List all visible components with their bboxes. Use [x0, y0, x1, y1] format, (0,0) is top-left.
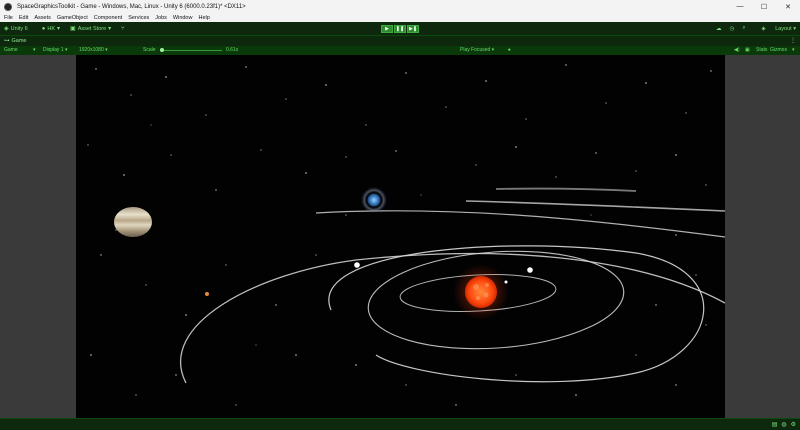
menu-help[interactable]: Help [198, 15, 209, 21]
unity-logo-icon [4, 2, 12, 11]
scale-slider-handle[interactable] [160, 48, 164, 52]
close-button[interactable]: ✕ [776, 0, 800, 13]
chevron-down-icon: ▾ [108, 26, 112, 32]
scale-label: Scale [143, 47, 156, 53]
menu-gameobject[interactable]: GameObject [57, 15, 88, 21]
menu-window[interactable]: Window [173, 15, 193, 21]
game-view-toolbar: Game ▾ Display 1 ▾ 1920x1080 ▾ Scale 0.6… [0, 46, 800, 55]
display-label: Display 1 [43, 47, 64, 53]
play-mode-label: Play Focused [460, 47, 491, 53]
more-options-icon[interactable]: ⋮ [790, 37, 796, 44]
display-dropdown[interactable]: Display 1 ▾ [43, 47, 67, 53]
space-scene [87, 64, 725, 406]
account-label: Unity 6 [10, 25, 28, 32]
orbit-paths [179, 187, 725, 384]
user-icon: ● [41, 25, 46, 32]
scale-slider[interactable] [160, 50, 222, 51]
mode-label: Game [4, 47, 18, 53]
play-mode-dropdown[interactable]: Play Focused ▾ [460, 47, 494, 53]
window-title: SpaceGraphicsToolkit - Game - Windows, M… [17, 3, 246, 10]
asset-store-button[interactable]: ▣ Asset Store ▾ [70, 25, 113, 33]
tab-bar: ⊶ Game ⋮ [0, 36, 800, 46]
unity-icon: ◈ [4, 26, 9, 32]
layout-label: Layout [775, 25, 792, 32]
tab-game-label: Game [11, 38, 27, 44]
gas-giant-planet[interactable] [114, 207, 152, 237]
chevron-down-icon: ▾ [792, 47, 795, 53]
step-button[interactable]: ▶❚ [407, 25, 419, 33]
menu-services[interactable]: Services [128, 15, 149, 21]
console-icon[interactable]: ▤ [772, 421, 778, 428]
version-control-button[interactable]: ⑂ [121, 26, 127, 32]
orange-planet[interactable] [205, 292, 209, 296]
history-icon[interactable]: ◷ [730, 26, 735, 32]
menu-jobs[interactable]: Jobs [155, 15, 167, 21]
minimize-button[interactable]: — [728, 0, 752, 13]
settings-icon[interactable]: ⚙ [791, 421, 796, 428]
tab-game[interactable]: ⊶ Game [4, 38, 26, 44]
menu-file[interactable]: File [4, 15, 13, 21]
maximize-button[interactable]: ☐ [752, 0, 776, 13]
mute-icon[interactable]: ◀) [734, 47, 740, 53]
resolution-label: 1920x1080 [79, 47, 104, 53]
user-label: HK [47, 25, 56, 32]
store-icon: ▣ [70, 26, 76, 32]
gamepad-icon: ⊶ [4, 38, 10, 44]
window-titlebar: SpaceGraphicsToolkit - Game - Windows, M… [0, 0, 800, 13]
branch-icon: ⑂ [121, 25, 125, 32]
audio-icon[interactable]: ♠ [508, 47, 511, 53]
progress-icon[interactable]: ◍ [781, 421, 786, 428]
mode-chevron-icon: ▾ [33, 47, 36, 53]
white-moon-left[interactable] [354, 262, 360, 268]
resolution-dropdown[interactable]: 1920x1080 ▾ [79, 47, 108, 53]
play-button[interactable]: ▶ [381, 25, 393, 33]
search-icon[interactable]: ⌕ [742, 25, 745, 32]
gizmos-button[interactable]: Gizmos [770, 47, 787, 53]
scale-value: 0.61x [226, 47, 239, 53]
stats-button[interactable]: Stats [756, 47, 767, 53]
account-button[interactable]: ◈ Unity 6 [4, 25, 28, 33]
user-button[interactable]: ● HK ▾ [41, 25, 62, 33]
status-bar: ▤ ◍ ⚙ [0, 418, 800, 430]
menu-component[interactable]: Component [94, 15, 122, 21]
sun[interactable] [465, 276, 497, 308]
mode-dropdown[interactable]: Game [4, 47, 18, 53]
status-icons: ▤ ◍ ⚙ [768, 421, 796, 428]
cloud-icon[interactable]: ☁ [716, 26, 722, 32]
layers-icon: ◈ [761, 25, 768, 32]
toolbar-right: ☁ ◷ ⌕ ◈ Layout ▾ [708, 22, 796, 35]
menu-edit[interactable]: Edit [19, 15, 28, 21]
white-moon-right[interactable] [527, 267, 533, 273]
main-toolbar: ◈ Unity 6 ● HK ▾ ▣ Asset Store ▾ ⑂ ▶ ❚❚ … [0, 22, 800, 36]
blue-planet[interactable] [367, 193, 381, 207]
menu-assets[interactable]: Assets [34, 15, 51, 21]
pause-button[interactable]: ❚❚ [394, 25, 406, 33]
game-render[interactable] [76, 55, 725, 418]
play-controls: ▶ ❚❚ ▶❚ [381, 25, 420, 33]
small-moon[interactable] [504, 280, 508, 284]
chevron-down-icon: ▾ [57, 26, 61, 32]
window-controls: — ☐ ✕ [728, 0, 800, 13]
overlay-icon[interactable]: ▣ [745, 47, 750, 53]
layout-dropdown[interactable]: ◈ Layout ▾ [753, 26, 796, 32]
game-view-area [0, 55, 800, 418]
asset-store-label: Asset Store [77, 25, 107, 32]
